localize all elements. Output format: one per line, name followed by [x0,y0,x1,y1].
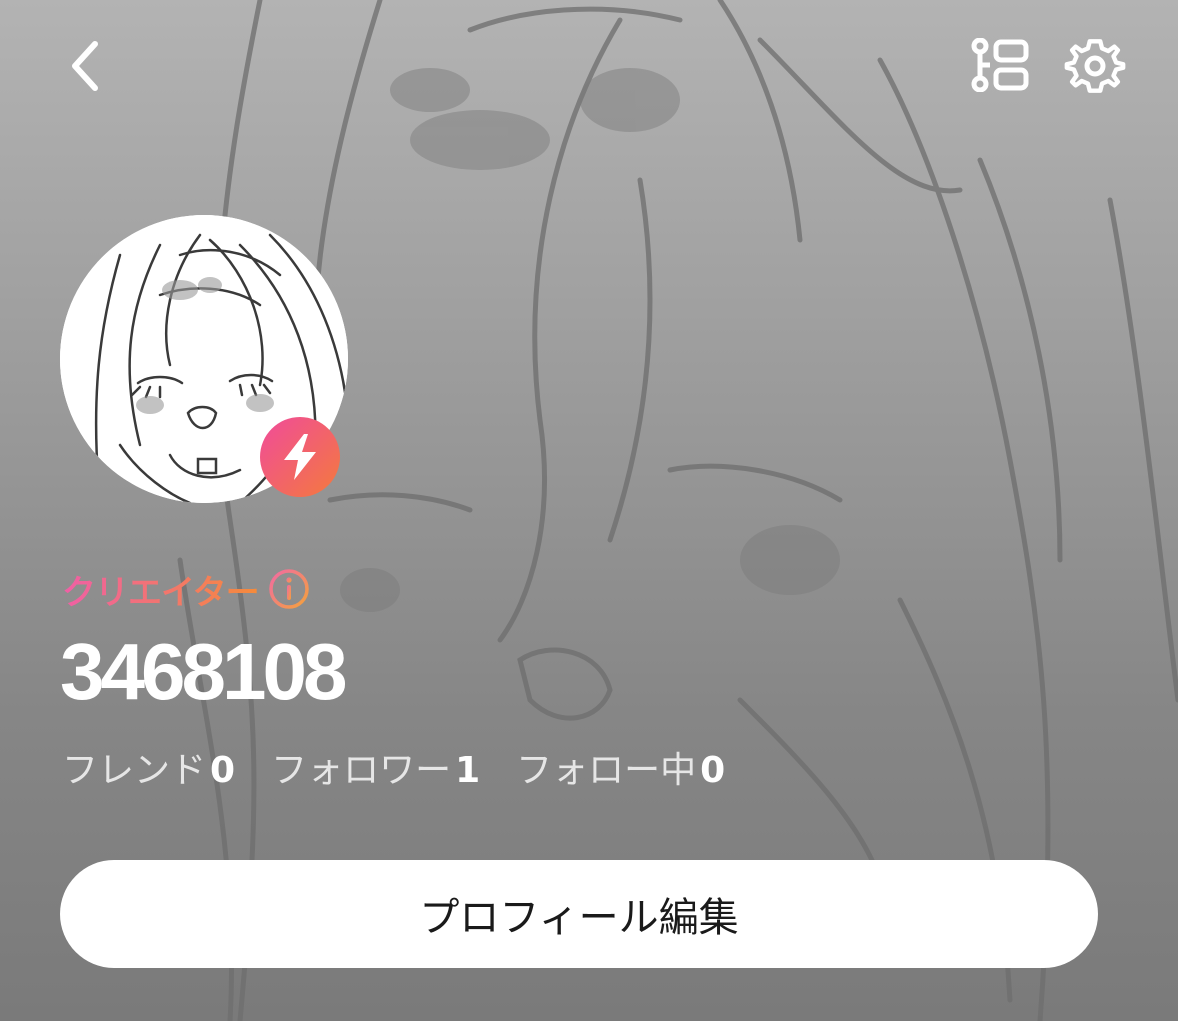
back-button[interactable] [50,26,120,106]
layout-button[interactable] [960,30,1040,100]
stat-value: 0 [210,750,236,791]
stats-row: フレンド 0 フォロワー 1 フォロー中 0 [62,746,761,796]
layout-list-icon [971,38,1029,92]
profile-screen: クリエイター 3468108 フレンド 0 フォロワー 1 フォロー中 0 プロ… [0,0,1178,1021]
creator-badge [260,417,340,497]
stat-value: 0 [700,750,726,791]
info-icon[interactable] [267,567,311,611]
lightning-bolt-icon [284,434,316,480]
stat-label: フレンド [62,750,207,791]
stat-label: フォロー中 [516,750,697,791]
role-label: クリエイター [62,565,260,614]
settings-button[interactable] [1055,26,1135,106]
stat-following[interactable]: フォロー中 0 [516,746,725,796]
gear-icon [1064,39,1126,93]
stat-followers[interactable]: フォロワー 1 [271,746,480,796]
chevron-left-icon [72,41,98,91]
stat-friends[interactable]: フレンド 0 [62,746,235,796]
user-id: 3468108 [60,627,347,716]
role-row: クリエイター [62,565,311,614]
stat-label: フォロワー [271,750,452,791]
stat-value: 1 [455,750,481,791]
edit-profile-button[interactable]: プロフィール編集 [60,860,1098,968]
